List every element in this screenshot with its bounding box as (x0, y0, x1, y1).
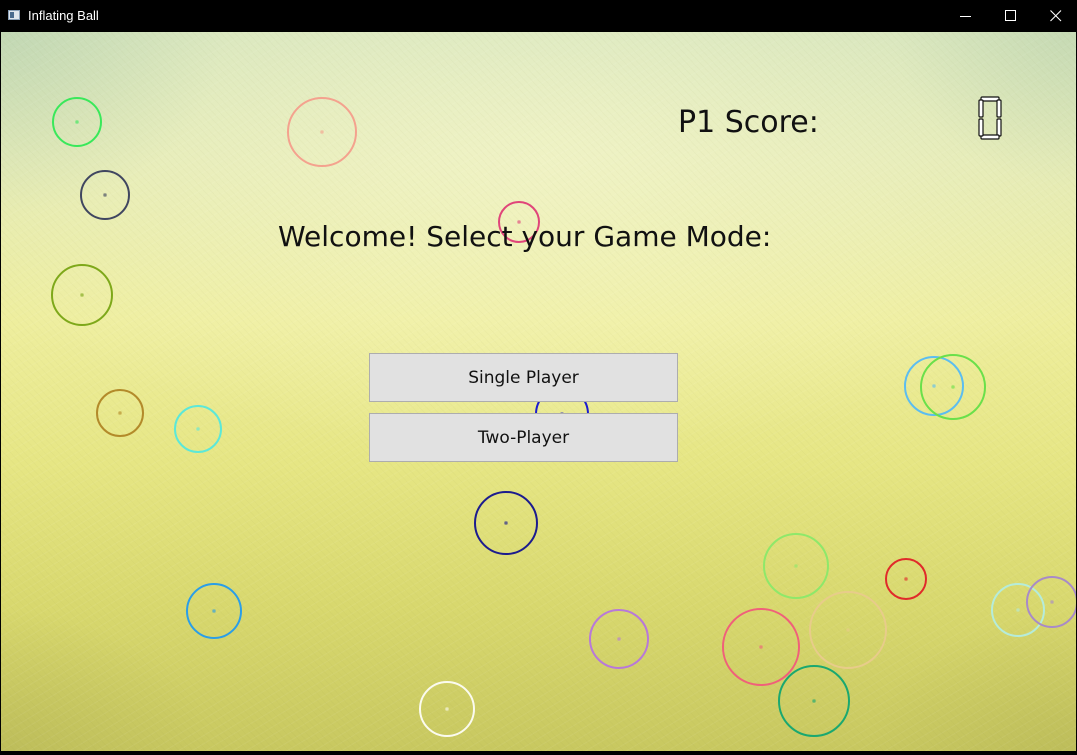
ball-outline (885, 558, 927, 600)
ball[interactable] (991, 583, 1045, 637)
score-digit-segment (980, 134, 1000, 140)
ball[interactable] (763, 533, 829, 599)
maximize-button[interactable] (988, 1, 1034, 31)
minimize-button[interactable] (943, 1, 989, 31)
ball-outline (96, 389, 144, 437)
ball-outline (589, 609, 649, 669)
ball-center-dot (812, 699, 816, 703)
ball-outline (51, 264, 113, 326)
ball-outline (186, 583, 242, 639)
window-title: Inflating Ball (28, 8, 99, 23)
ball-center-dot (951, 385, 955, 389)
ball-center-dot (759, 645, 763, 649)
ball-center-dot (445, 707, 449, 711)
ball[interactable] (287, 97, 357, 167)
score-digit-segment (996, 118, 1002, 137)
ball[interactable] (1026, 576, 1076, 628)
ball[interactable] (174, 405, 222, 453)
ball[interactable] (419, 681, 475, 737)
ball-outline (1026, 576, 1076, 628)
ball-center-dot (80, 293, 84, 297)
ball-center-dot (103, 193, 107, 197)
ball-outline (722, 608, 800, 686)
ball-center-dot (212, 609, 216, 613)
ball[interactable] (778, 665, 850, 737)
ball-outline (991, 583, 1045, 637)
ball[interactable] (589, 609, 649, 669)
p1-score-label: P1 Score: (678, 105, 819, 140)
window-bottom-border (0, 751, 1077, 755)
ball-center-dot (794, 564, 798, 568)
ball[interactable] (96, 389, 144, 437)
score-digit-segment (978, 99, 984, 118)
ball[interactable] (474, 491, 538, 555)
ball-center-dot (75, 120, 79, 124)
ball-outline (419, 681, 475, 737)
ball-outline (809, 591, 887, 669)
ball-center-dot (617, 637, 621, 641)
ball[interactable] (52, 97, 102, 147)
ball[interactable] (80, 170, 130, 220)
ball-outline (80, 170, 130, 220)
game-canvas[interactable]: P1 Score: Welcome! Select your Game Mode… (1, 32, 1076, 751)
ball-outline (52, 97, 102, 147)
game-window: Inflating Ball P1 Score: Welcome! Select… (0, 0, 1077, 755)
ball-center-dot (1016, 608, 1020, 612)
app-icon (8, 10, 20, 20)
ball[interactable] (722, 608, 800, 686)
ball[interactable] (186, 583, 242, 639)
minimize-icon (960, 16, 971, 17)
ball-center-dot (932, 384, 936, 388)
two-player-button[interactable]: Two-Player (369, 413, 678, 462)
title-bar[interactable]: Inflating Ball (1, 1, 1076, 31)
close-icon (1050, 10, 1062, 22)
p1-score-display (978, 96, 1002, 140)
ball-outline (287, 97, 357, 167)
score-digit-segment (980, 96, 1000, 102)
score-digit-segment (978, 118, 984, 137)
ball-outline (778, 665, 850, 737)
ball-center-dot (118, 411, 122, 415)
ball-center-dot (904, 577, 908, 581)
ball-center-dot (846, 628, 850, 632)
ball-outline (763, 533, 829, 599)
ball-center-dot (196, 427, 200, 431)
score-digit-segment (996, 99, 1002, 118)
score-digit-segment (981, 116, 999, 120)
ball-outline (474, 491, 538, 555)
close-button[interactable] (1033, 1, 1077, 31)
ball[interactable] (51, 264, 113, 326)
ball[interactable] (809, 591, 887, 669)
ball-center-dot (320, 130, 324, 134)
ball-center-dot (1050, 600, 1054, 604)
maximize-icon (1005, 10, 1016, 21)
ball-outline (174, 405, 222, 453)
welcome-heading: Welcome! Select your Game Mode: (278, 220, 772, 253)
ball[interactable] (885, 558, 927, 600)
ball-center-dot (504, 521, 508, 525)
single-player-button[interactable]: Single Player (369, 353, 678, 402)
